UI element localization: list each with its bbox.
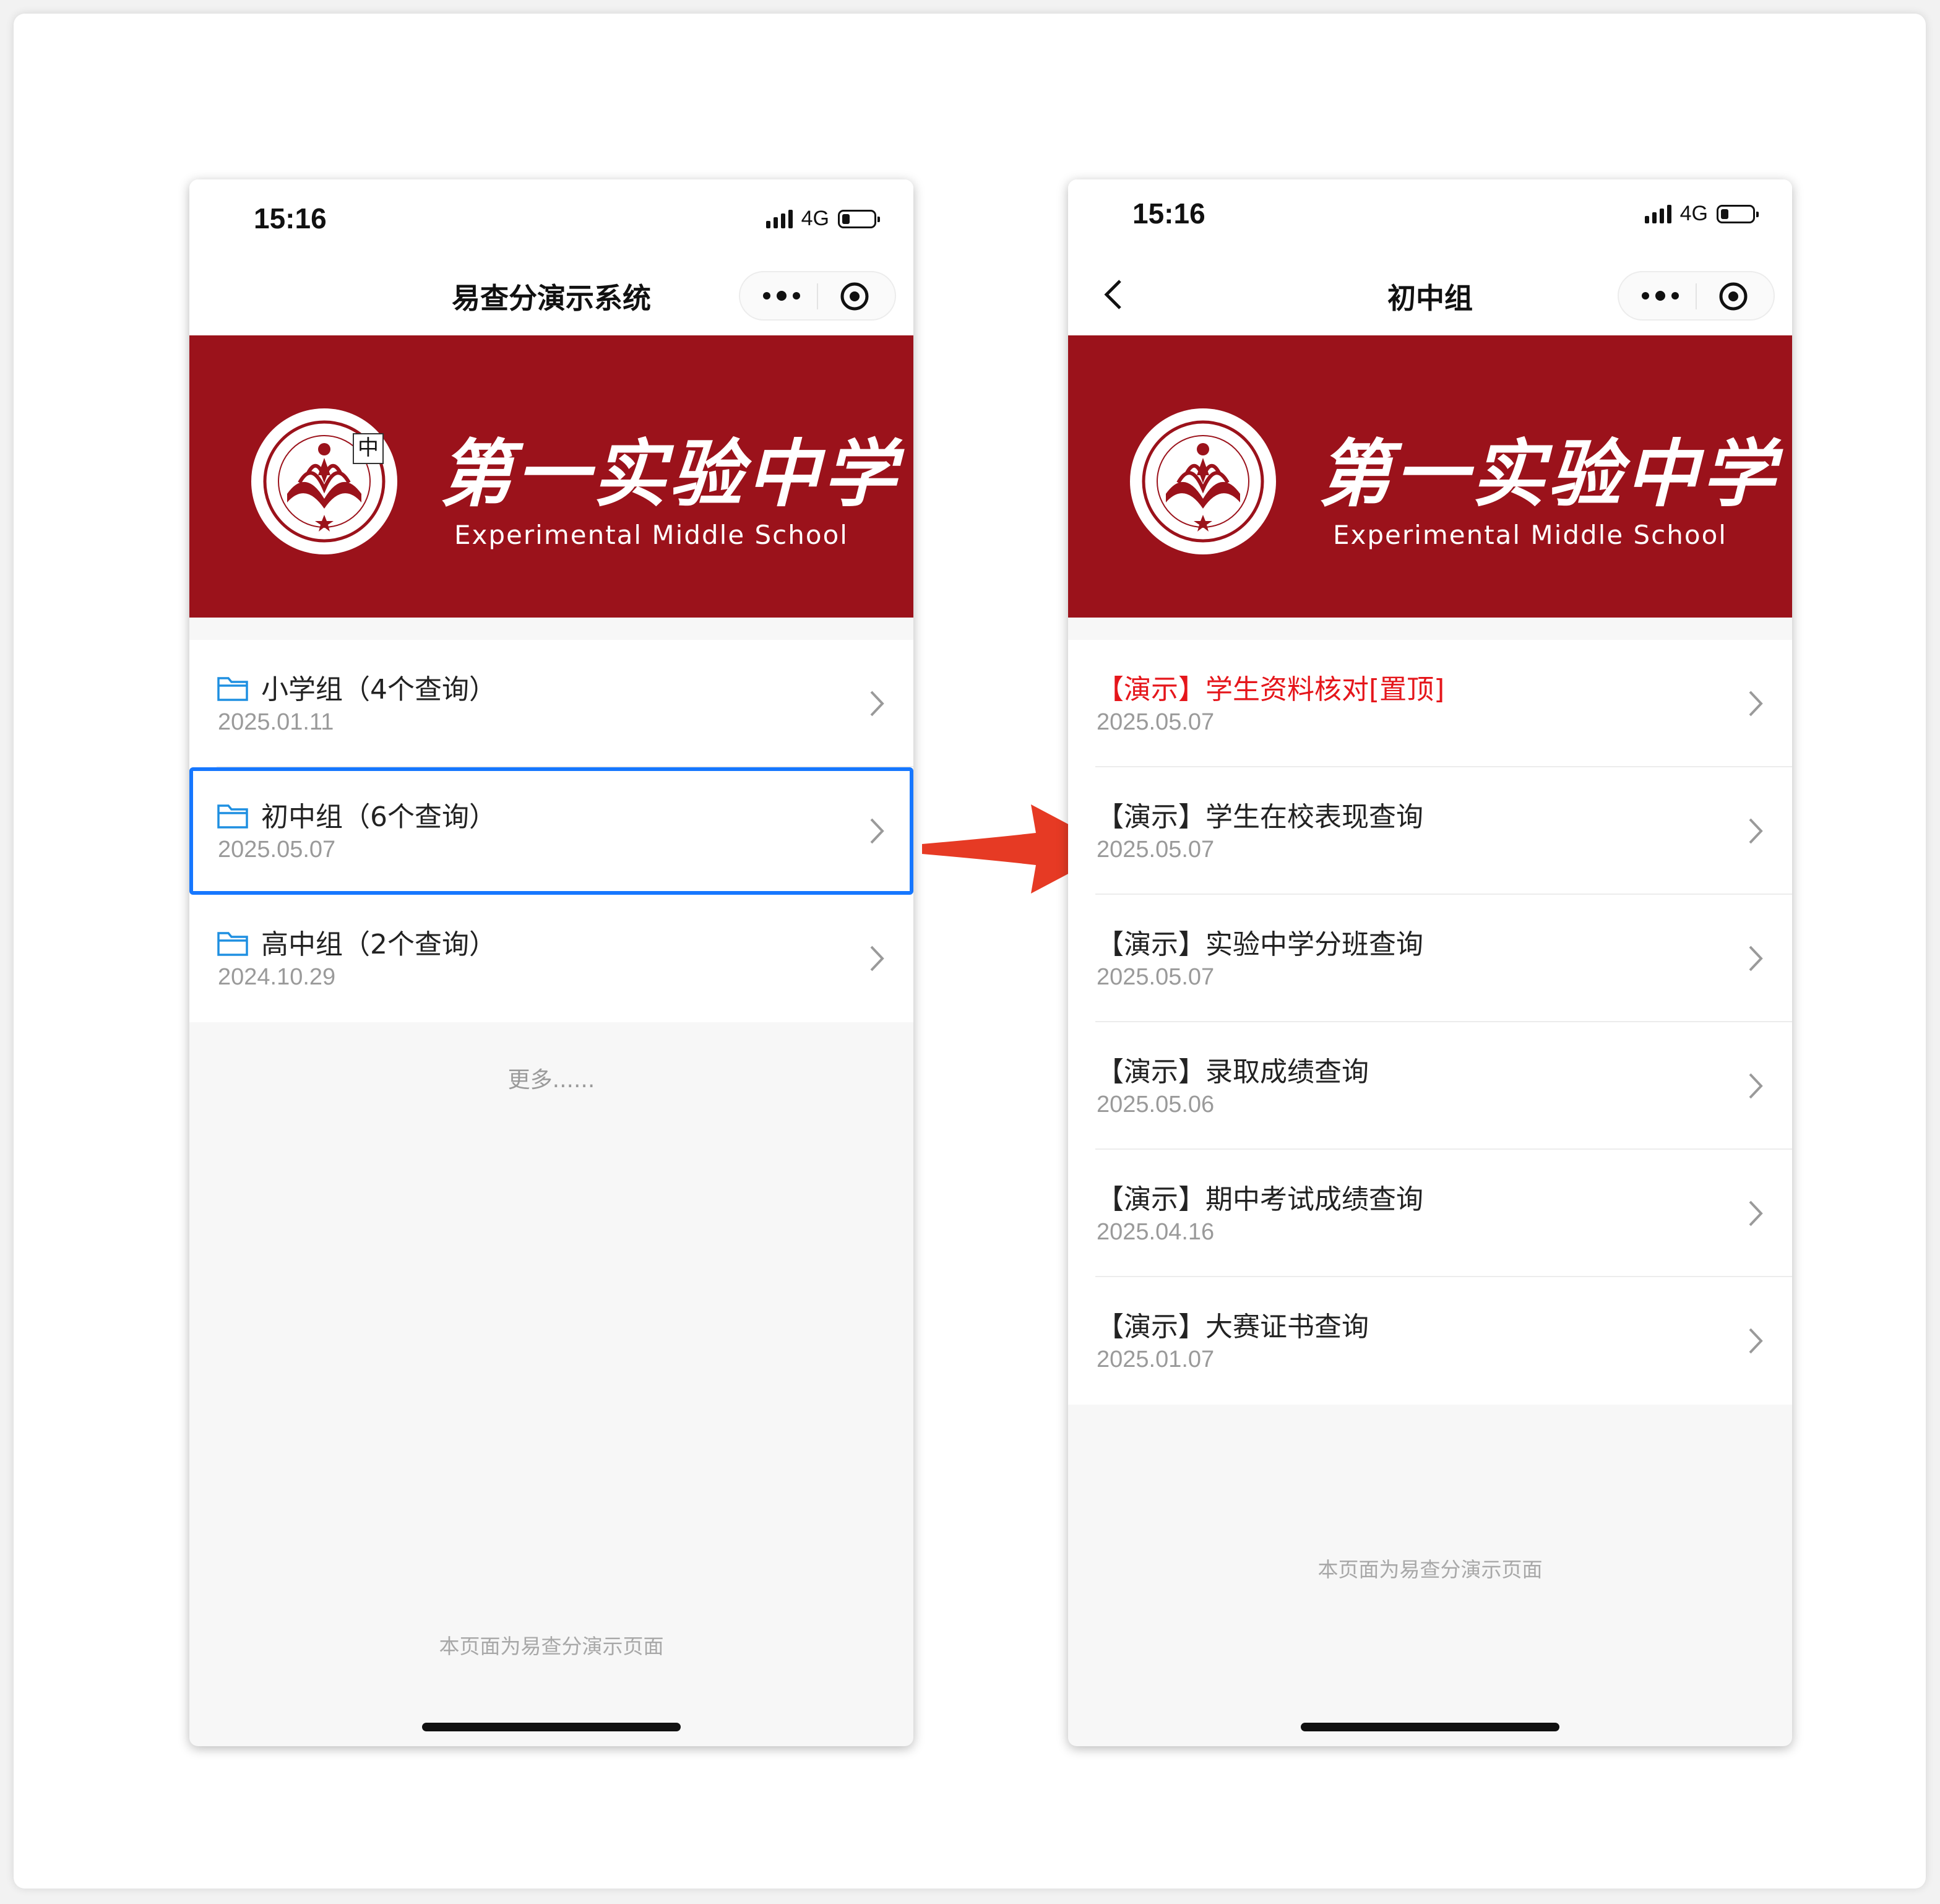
signal-icon bbox=[1644, 204, 1671, 223]
status-time: 15:16 bbox=[254, 202, 327, 235]
more-icon[interactable] bbox=[1640, 285, 1681, 307]
chevron-right-icon bbox=[1749, 946, 1763, 971]
query-date: 2025.05.07 bbox=[1097, 709, 1215, 735]
query-date: 2025.05.07 bbox=[1097, 837, 1215, 863]
query-title: 【演示】大赛证书查询 bbox=[1097, 1311, 1369, 1343]
group-date: 2025.05.07 bbox=[218, 837, 336, 863]
battery-icon bbox=[1717, 204, 1759, 223]
group-list: 小学组（4个查询） 2025.01.11 初中组（6个查询） 2025.05.0… bbox=[189, 640, 913, 1022]
phone-screen-queries: 15:16 4G 初中组 第一实验中学 Experimental Middle … bbox=[1068, 179, 1792, 1746]
query-item[interactable]: 【演示】实验中学分班查询 2025.05.07 bbox=[1068, 895, 1792, 1022]
screenshot-canvas: 15:16 4G 易查分演示系统 中 第一实验中学 Experimental M… bbox=[14, 14, 1926, 1889]
battery-icon bbox=[838, 209, 880, 228]
group-item-junior[interactable]: 初中组（6个查询） 2025.05.07 bbox=[189, 767, 913, 895]
network-type: 4G bbox=[1679, 202, 1708, 225]
more-link[interactable]: 更多...... bbox=[189, 1062, 913, 1094]
group-item-primary[interactable]: 小学组（4个查询） 2025.01.11 bbox=[189, 640, 913, 767]
school-name-en: Experimental Middle School bbox=[1333, 520, 1727, 550]
folder-icon bbox=[217, 677, 248, 701]
signal-icon bbox=[765, 209, 793, 228]
school-banner: 中 第一实验中学 Experimental Middle School bbox=[189, 335, 913, 618]
status-bar: 15:16 4G bbox=[1068, 179, 1792, 252]
query-list: 【演示】学生资料核对[置顶] 2025.05.07 【演示】学生在校表现查询 2… bbox=[1068, 640, 1792, 1405]
query-date: 2025.04.16 bbox=[1097, 1219, 1215, 1245]
status-bar: 15:16 4G bbox=[189, 179, 913, 252]
phone-screen-groups: 15:16 4G 易查分演示系统 中 第一实验中学 Experimental M… bbox=[189, 179, 913, 1746]
query-item[interactable]: 【演示】学生在校表现查询 2025.05.07 bbox=[1068, 767, 1792, 895]
status-indicators: 4G bbox=[765, 207, 880, 231]
school-name-cn: 第一实验中学 bbox=[439, 431, 900, 517]
chevron-right-icon bbox=[1749, 1073, 1763, 1099]
group-item-senior[interactable]: 高中组（2个查询） 2024.10.29 bbox=[189, 895, 913, 1022]
capsule-divider bbox=[817, 283, 818, 309]
home-indicator[interactable] bbox=[1301, 1723, 1559, 1731]
query-item[interactable]: 【演示】录取成绩查询 2025.05.06 bbox=[1068, 1022, 1792, 1150]
nav-bar: 易查分演示系统 bbox=[189, 252, 913, 335]
query-item[interactable]: 【演示】学生资料核对[置顶] 2025.05.07 bbox=[1068, 640, 1792, 767]
group-title: 小学组（4个查询） bbox=[261, 674, 496, 705]
close-miniprogram-icon[interactable] bbox=[839, 281, 870, 312]
query-date: 2025.05.06 bbox=[1097, 1092, 1215, 1118]
chevron-right-icon bbox=[870, 946, 884, 971]
chevron-right-icon bbox=[1749, 691, 1763, 717]
query-title: 【演示】期中考试成绩查询 bbox=[1097, 1184, 1423, 1215]
query-title: 【演示】录取成绩查询 bbox=[1097, 1056, 1369, 1088]
query-title: 【演示】学生在校表现查询 bbox=[1097, 801, 1423, 833]
chevron-right-icon bbox=[1749, 818, 1763, 844]
folder-icon bbox=[217, 932, 248, 956]
query-date: 2025.01.07 bbox=[1097, 1346, 1215, 1372]
home-indicator[interactable] bbox=[422, 1723, 681, 1731]
school-banner: 第一实验中学 Experimental Middle School bbox=[1068, 335, 1792, 618]
more-icon[interactable] bbox=[761, 285, 802, 307]
capsule-divider bbox=[1696, 283, 1697, 309]
school-seal-icon bbox=[251, 408, 397, 554]
status-indicators: 4G bbox=[1644, 202, 1759, 226]
chevron-right-icon bbox=[1749, 1200, 1763, 1226]
group-title: 初中组（6个查询） bbox=[261, 801, 496, 833]
school-seal-icon bbox=[1130, 408, 1276, 554]
school-name-en: Experimental Middle School bbox=[454, 520, 848, 550]
chevron-right-icon bbox=[1749, 1328, 1763, 1354]
footer-note: 本页面为易查分演示页面 bbox=[1317, 1557, 1543, 1582]
query-title: 【演示】实验中学分班查询 bbox=[1097, 929, 1423, 960]
nav-bar: 初中组 bbox=[1068, 252, 1792, 335]
chevron-right-icon bbox=[870, 691, 884, 717]
footer-note: 本页面为易查分演示页面 bbox=[439, 1634, 664, 1658]
close-miniprogram-icon[interactable] bbox=[1718, 281, 1749, 312]
group-date: 2024.10.29 bbox=[218, 964, 336, 990]
query-title: 【演示】学生资料核对[置顶] bbox=[1097, 674, 1445, 705]
query-date: 2025.05.07 bbox=[1097, 964, 1215, 990]
query-item[interactable]: 【演示】期中考试成绩查询 2025.04.16 bbox=[1068, 1150, 1792, 1277]
status-time: 15:16 bbox=[1132, 197, 1205, 230]
folder-icon bbox=[217, 804, 248, 829]
miniprogram-capsule bbox=[1618, 271, 1775, 321]
query-item[interactable]: 【演示】大赛证书查询 2025.01.07 bbox=[1068, 1277, 1792, 1405]
miniprogram-capsule bbox=[739, 271, 896, 321]
school-name-cn: 第一实验中学 bbox=[1318, 431, 1779, 517]
chevron-right-icon bbox=[870, 818, 884, 844]
group-title: 高中组（2个查询） bbox=[261, 929, 496, 960]
group-date: 2025.01.11 bbox=[218, 709, 334, 735]
input-method-indicator: 中 bbox=[353, 433, 384, 464]
network-type: 4G bbox=[801, 207, 829, 230]
